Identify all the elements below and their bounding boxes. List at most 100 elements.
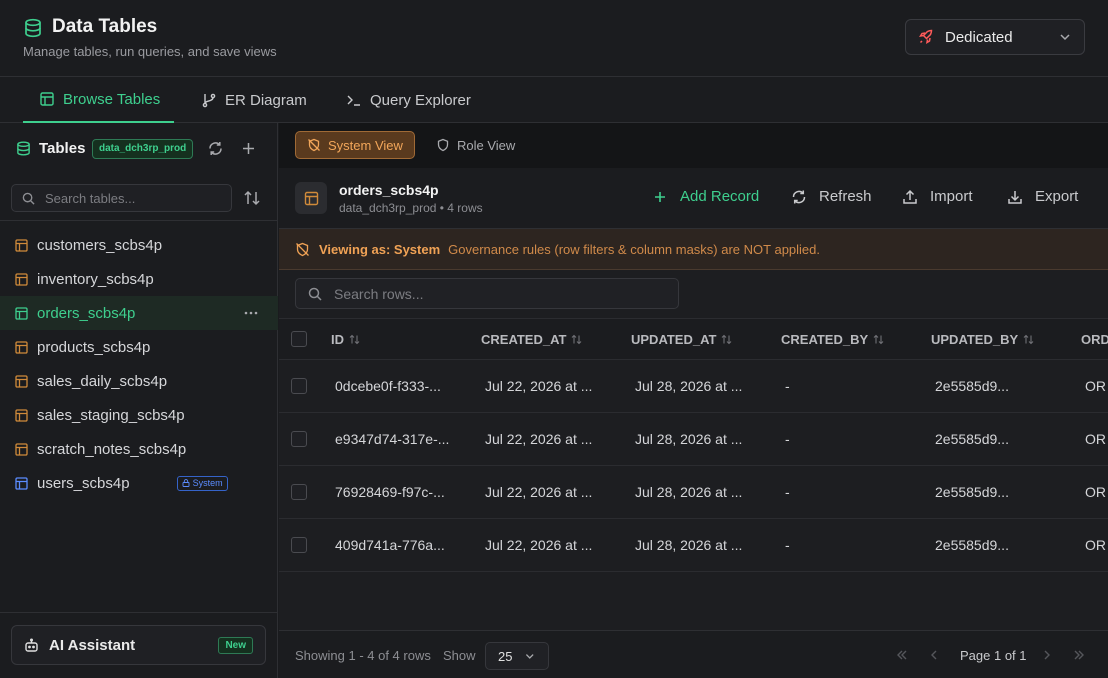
row-checkbox[interactable] (291, 431, 307, 447)
row-checkbox[interactable] (291, 537, 307, 553)
ai-assistant-button[interactable]: AI Assistant New (11, 625, 266, 665)
table-list-item[interactable]: scratch_notes_scbs4p (0, 432, 278, 466)
sort-icon[interactable] (873, 334, 884, 345)
table-row[interactable]: 409d741a-776a... Jul 22, 2026 at ... Jul 2… (279, 519, 1108, 572)
row-checkbox[interactable] (291, 378, 307, 394)
rocket-icon (919, 29, 933, 44)
table-cell[interactable]: Jul 28, 2026 at ... (635, 519, 742, 571)
table-cell[interactable]: 76928469-f97c-... (335, 466, 445, 518)
row-search-input[interactable] (334, 285, 654, 302)
app-subtitle: Manage tables, run queries, and save vie… (23, 44, 277, 59)
row-checkbox[interactable] (291, 484, 307, 500)
table-list-item-label: orders_scbs4p (37, 304, 136, 322)
table-list-item[interactable]: products_scbs4p (0, 330, 278, 364)
column-header[interactable]: UPDATED_AT (631, 319, 732, 359)
tab-label: Browse Tables (63, 90, 161, 108)
add-record-button[interactable]: Add Record (652, 188, 759, 205)
export-label: Export (1035, 188, 1079, 205)
import-button[interactable]: Import (902, 188, 973, 205)
refresh-button[interactable]: Refresh (791, 188, 872, 205)
table-row[interactable]: e9347d74-317e-... Jul 22, 2026 at ... Jul … (279, 413, 1108, 466)
table-cell[interactable]: Jul 22, 2026 at ... (485, 466, 592, 518)
row-select-cell (291, 413, 307, 465)
tab-browse-tables[interactable]: Browse Tables (23, 77, 175, 123)
column-header[interactable]: ID (331, 319, 360, 359)
table-cell[interactable]: OR (1085, 360, 1106, 412)
table-cell[interactable]: 2e5585d9... (935, 360, 1009, 412)
table-cell[interactable]: - (785, 519, 790, 571)
sort-icon[interactable] (349, 334, 360, 345)
column-header[interactable]: UPDATED_BY (931, 319, 1034, 359)
table-cell[interactable]: 2e5585d9... (935, 466, 1009, 518)
sort-icon[interactable] (243, 189, 261, 207)
table-list-item[interactable]: orders_scbs4p (0, 296, 278, 330)
table-cell[interactable]: OR (1085, 519, 1106, 571)
column-header[interactable]: CREATED_AT (481, 319, 582, 359)
row-select-cell (291, 519, 307, 571)
previous-page-icon[interactable] (927, 648, 941, 662)
rows-count-text: Showing 1 - 4 of 4 rows (295, 648, 431, 663)
table-list-item[interactable]: sales_daily_scbs4p (0, 364, 278, 398)
table-cell[interactable]: e9347d74-317e-... (335, 413, 449, 465)
page-size-select[interactable]: 25 (485, 642, 549, 670)
page-size-label: Show (443, 648, 476, 663)
table-icon (15, 408, 28, 422)
table-cell[interactable]: OR (1085, 413, 1106, 465)
warning-title: Viewing as: System (319, 241, 441, 257)
table-cell[interactable]: Jul 28, 2026 at ... (635, 360, 742, 412)
lock-icon (182, 479, 190, 487)
table-list-item[interactable]: customers_scbs4p (0, 228, 278, 262)
tab-query-explorer[interactable]: Query Explorer (346, 77, 471, 123)
table-cell[interactable]: 0dcebe0f-f333-... (335, 360, 441, 412)
table-cell[interactable]: Jul 22, 2026 at ... (485, 360, 592, 412)
first-page-icon[interactable] (895, 648, 909, 662)
table-list-item[interactable]: sales_staging_scbs4p (0, 398, 278, 432)
app-header: Data Tables Manage tables, run queries, … (0, 0, 1108, 77)
table-row[interactable]: 76928469-f97c-... Jul 22, 2026 at ... Jul … (279, 466, 1108, 519)
system-view-button[interactable]: System View (295, 131, 415, 159)
column-header[interactable]: CREATED_BY (781, 319, 884, 359)
table-icon-tile (295, 182, 327, 214)
plus-icon[interactable] (240, 140, 257, 157)
table-search-input[interactable] (45, 190, 215, 206)
select-all-cell (291, 319, 307, 359)
system-view-label: System View (328, 137, 403, 153)
select-all-checkbox[interactable] (291, 331, 307, 347)
environment-select[interactable]: Dedicated (905, 19, 1085, 55)
table-icon (15, 374, 28, 388)
refresh-icon[interactable] (207, 140, 224, 157)
table-list: customers_scbs4p inventory_scbs4p orders_s… (0, 228, 278, 500)
export-button[interactable]: Export (1007, 188, 1078, 205)
git-branch-icon (202, 93, 216, 108)
table-list-item[interactable]: users_scbs4p System (0, 466, 278, 500)
table-cell[interactable]: 409d741a-776a... (335, 519, 445, 571)
database-icon (17, 141, 30, 156)
role-view-label: Role View (457, 137, 516, 153)
tab-label: Query Explorer (370, 91, 471, 109)
table-cell[interactable]: Jul 22, 2026 at ... (485, 519, 592, 571)
tab-er-diagram[interactable]: ER Diagram (201, 77, 307, 123)
sort-icon[interactable] (1023, 334, 1034, 345)
page-size-value: 25 (498, 648, 513, 664)
last-page-icon[interactable] (1072, 648, 1086, 662)
next-page-icon[interactable] (1040, 648, 1054, 662)
table-cell[interactable]: OR (1085, 466, 1106, 518)
search-icon (308, 287, 322, 301)
column-header[interactable]: ORD (1081, 319, 1108, 359)
table-cell[interactable]: - (785, 360, 790, 412)
table-cell[interactable]: Jul 28, 2026 at ... (635, 466, 742, 518)
column-header-label: ID (331, 331, 344, 347)
sort-icon[interactable] (721, 334, 732, 345)
table-list-item[interactable]: inventory_scbs4p (0, 262, 278, 296)
table-cell[interactable]: - (785, 413, 790, 465)
tab-bar: Browse Tables ER Diagram Query Explorer (0, 77, 1108, 123)
table-cell[interactable]: Jul 22, 2026 at ... (485, 413, 592, 465)
table-row[interactable]: 0dcebe0f-f333-... Jul 22, 2026 at ... Jul … (279, 360, 1108, 413)
sort-icon[interactable] (571, 334, 582, 345)
more-options-icon[interactable] (244, 311, 258, 315)
table-cell[interactable]: Jul 28, 2026 at ... (635, 413, 742, 465)
table-cell[interactable]: - (785, 466, 790, 518)
table-cell[interactable]: 2e5585d9... (935, 413, 1009, 465)
role-view-button[interactable]: Role View (425, 131, 526, 159)
table-cell[interactable]: 2e5585d9... (935, 519, 1009, 571)
